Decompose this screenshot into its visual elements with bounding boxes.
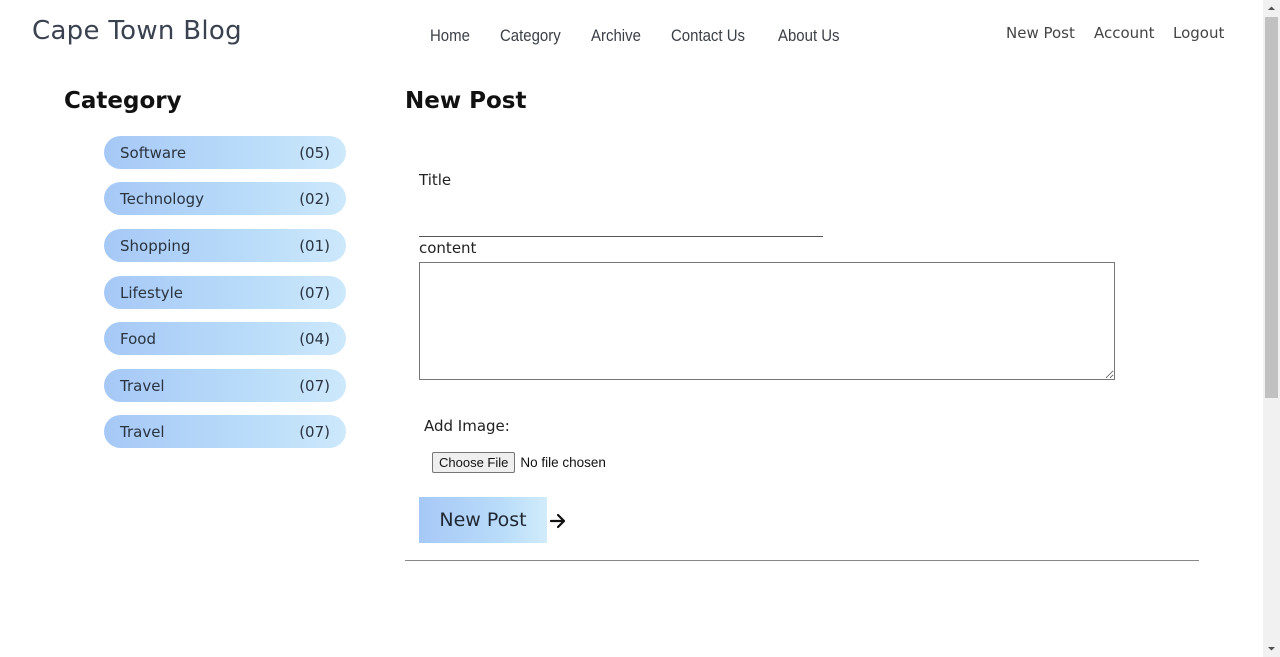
title-label: Title xyxy=(419,171,452,189)
form-divider xyxy=(405,560,1199,561)
category-label: Food xyxy=(120,329,156,348)
category-label: Travel xyxy=(120,422,165,441)
category-label: Travel xyxy=(120,376,165,395)
category-count: (07) xyxy=(299,422,330,441)
category-count: (07) xyxy=(299,376,330,395)
file-status: No file chosen xyxy=(520,455,606,470)
scrollbar-thumb[interactable] xyxy=(1265,17,1278,398)
category-count: (07) xyxy=(299,283,330,302)
new-post-submit-button[interactable]: New Post xyxy=(419,497,547,543)
page-title: New Post xyxy=(405,88,527,114)
arrow-right-icon[interactable] xyxy=(549,511,567,531)
category-label: Technology xyxy=(120,189,205,208)
logout-link[interactable]: Logout xyxy=(1173,24,1224,42)
category-item-shopping[interactable]: Shopping (01) xyxy=(104,229,346,262)
category-item-software[interactable]: Software (05) xyxy=(104,136,346,169)
category-item-travel[interactable]: Travel (07) xyxy=(104,369,346,402)
account-link[interactable]: Account xyxy=(1094,24,1155,42)
category-label: Lifestyle xyxy=(120,283,184,302)
category-item-technology[interactable]: Technology (02) xyxy=(104,182,346,215)
page-scrollbar[interactable] xyxy=(1263,0,1280,657)
nav-archive-link[interactable]: Archive xyxy=(591,26,641,46)
category-count: (05) xyxy=(299,143,330,162)
category-item-travel-2[interactable]: Travel (07) xyxy=(104,415,346,448)
site-brand[interactable]: Cape Town Blog xyxy=(32,16,242,46)
scroll-down-icon[interactable] xyxy=(1263,640,1280,657)
choose-file-button[interactable]: Choose File xyxy=(432,452,516,473)
category-count: (04) xyxy=(299,329,330,348)
new-post-link[interactable]: New Post xyxy=(1006,24,1075,42)
add-image-label: Add Image: xyxy=(424,417,510,435)
category-label: Shopping xyxy=(120,236,191,255)
category-heading: Category xyxy=(64,88,182,114)
nav-contact-link[interactable]: Contact Us xyxy=(671,26,745,46)
scroll-up-icon[interactable] xyxy=(1263,0,1280,17)
title-input[interactable] xyxy=(419,207,823,237)
file-input: Choose File No file chosen xyxy=(432,452,606,473)
category-item-food[interactable]: Food (04) xyxy=(104,322,346,355)
category-count: (01) xyxy=(299,236,330,255)
content-textarea[interactable] xyxy=(419,262,1115,380)
category-item-lifestyle[interactable]: Lifestyle (07) xyxy=(104,276,346,309)
content-label: content xyxy=(419,239,477,257)
category-label: Software xyxy=(120,143,187,162)
nav-about-link[interactable]: About Us xyxy=(778,26,840,46)
category-count: (02) xyxy=(299,189,330,208)
nav-category-link[interactable]: Category xyxy=(500,26,561,46)
nav-home-link[interactable]: Home xyxy=(430,26,470,46)
